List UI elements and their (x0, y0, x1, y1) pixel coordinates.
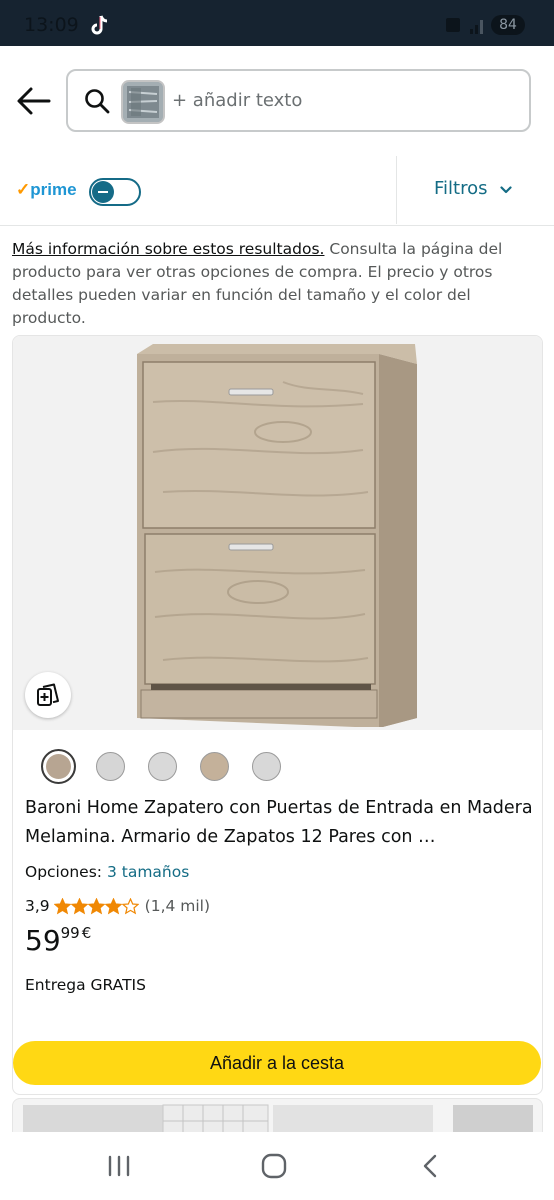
color-swatch[interactable] (96, 752, 125, 781)
star-partial-icon (104, 897, 122, 914)
price-whole: 59 (25, 924, 61, 957)
chevron-down-icon[interactable] (500, 186, 512, 194)
battery-icon: 84 (491, 15, 525, 35)
results-info-link[interactable]: Más información sobre estos resultados. (12, 240, 324, 258)
recent-apps-icon[interactable] (106, 1154, 132, 1178)
cabinet-thumbnail-image (123, 82, 163, 122)
star-full-icon (53, 897, 71, 914)
product-image-area[interactable] (13, 336, 542, 730)
rating-value: 3,9 (25, 897, 50, 915)
results-info-text: Más información sobre estos resultados. … (12, 238, 537, 330)
price-cents: 99 (60, 924, 80, 942)
rating-row[interactable]: 3,9 (1,4 mil) (25, 897, 210, 915)
star-empty-icon (121, 897, 139, 914)
prime-toggle[interactable] (89, 178, 141, 206)
search-header: + añadir texto (0, 46, 554, 156)
search-icon (85, 89, 110, 114)
star-rating (53, 897, 139, 915)
home-icon[interactable] (261, 1153, 287, 1179)
product-card[interactable]: Baroni Home Zapatero con Puertas de Entr… (12, 335, 543, 1095)
color-swatch[interactable] (252, 752, 281, 781)
filter-bar: ✓prime Filtros (0, 156, 554, 226)
search-image-thumbnail[interactable] (121, 80, 165, 124)
toggle-knob (92, 181, 114, 203)
star-full-icon (87, 897, 105, 914)
add-to-cart-button[interactable]: Añadir a la cesta (13, 1041, 541, 1085)
status-bar: 13:09 84 (0, 0, 554, 46)
search-placeholder: + añadir texto (172, 90, 303, 111)
options-row: Opciones: 3 tamaños (25, 863, 189, 881)
color-swatch[interactable] (41, 749, 76, 784)
rating-count: (1,4 mil) (144, 897, 211, 915)
signal-icon (446, 18, 483, 34)
system-nav-bar (0, 1132, 554, 1200)
star-full-icon (70, 897, 88, 914)
prime-label: prime (30, 180, 77, 199)
delivery-text: Entrega GRATIS (25, 976, 146, 994)
price-currency: € (81, 924, 92, 942)
find-similar-button[interactable] (25, 672, 71, 718)
nav-back-icon[interactable] (420, 1153, 440, 1179)
filters-button[interactable]: Filtros (434, 178, 488, 199)
product-title[interactable]: Baroni Home Zapatero con Puertas de Entr… (25, 794, 535, 852)
price: 5999 € (25, 924, 91, 957)
divider (396, 156, 397, 224)
back-button[interactable] (16, 86, 52, 116)
options-link[interactable]: 3 tamaños (107, 863, 189, 881)
color-swatch[interactable] (148, 752, 177, 781)
similar-items-icon (37, 683, 59, 706)
color-swatch[interactable] (200, 752, 229, 781)
tiktok-icon (91, 15, 108, 35)
options-label: Opciones: (25, 863, 103, 881)
prime-logo: ✓prime (16, 180, 77, 199)
search-input[interactable]: + añadir texto (66, 69, 531, 132)
status-time: 13:09 (24, 14, 79, 36)
product-image[interactable] (133, 342, 423, 727)
